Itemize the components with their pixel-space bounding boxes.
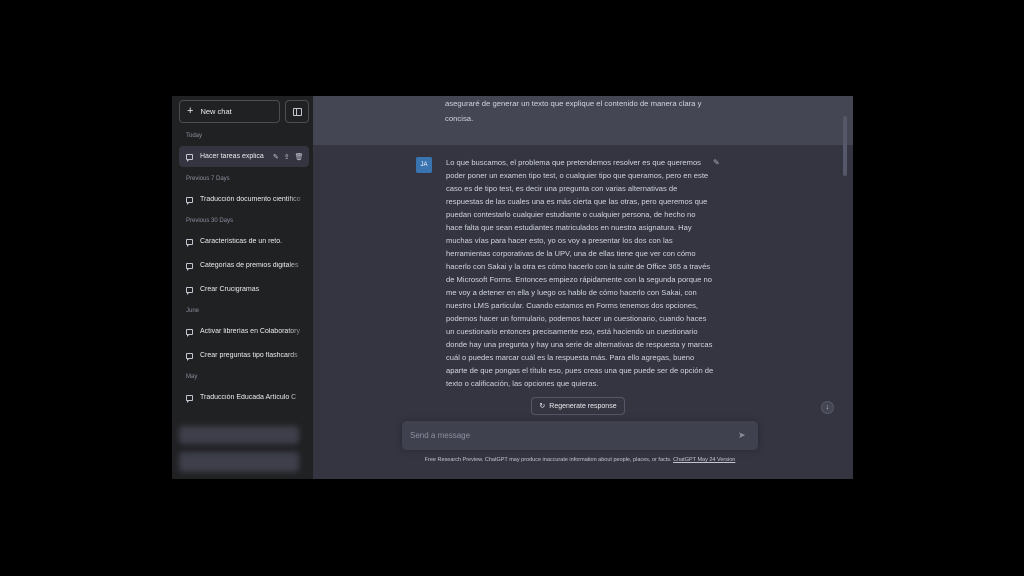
share-icon[interactable]: ⇪ [284, 153, 290, 161]
chat-item-label: Hacer tareas explica [200, 153, 264, 160]
user-account-blurred[interactable] [179, 452, 299, 472]
upgrade-plan-blurred[interactable] [179, 426, 299, 444]
chat-bubble-icon [186, 196, 193, 205]
sidebar-chat-item[interactable]: Categorías de premios digitales [179, 255, 309, 276]
sidebar-chat-item[interactable]: Hacer tareas explica ✎ ⇪ 🗑 [179, 146, 309, 167]
section-june: June [186, 308, 200, 314]
scrollbar[interactable] [843, 116, 847, 176]
sidebar: + New chat Today Hacer tareas explica ✎ … [172, 96, 313, 479]
chat-item-label: Traducción documento científico [200, 196, 301, 203]
chat-bubble-icon [186, 262, 193, 271]
message-input[interactable] [410, 428, 720, 443]
sidebar-chat-item[interactable]: Traducción documento científico [179, 189, 309, 210]
chat-item-label: Traducción Educada Artículo C [200, 394, 297, 401]
version-link[interactable]: ChatGPT May 24 Version [673, 457, 735, 463]
message-composer: ➤ [402, 421, 758, 450]
chat-item-label: Categorías de premios digitales [200, 262, 299, 269]
regenerate-label: Regenerate response [549, 402, 617, 410]
chat-item-label: Crear preguntas tipo flashcards [200, 352, 298, 359]
trash-icon[interactable]: 🗑 [295, 153, 304, 161]
chat-item-label: Crear Crucigramas [200, 286, 260, 293]
regenerate-response-button[interactable]: ↻ Regenerate response [531, 397, 625, 415]
chat-bubble-icon [186, 153, 193, 162]
section-may: May [186, 374, 198, 380]
assistant-message: aseguraré de generar un texto que expliq… [313, 96, 853, 145]
chat-item-label: Activar librerías en Colaboratory [200, 328, 300, 335]
new-chat-label: New chat [200, 107, 232, 116]
disclaimer: Free Research Preview. ChatGPT may produ… [402, 457, 758, 463]
pencil-icon[interactable]: ✎ [273, 153, 279, 161]
chat-bubble-icon [186, 286, 193, 295]
chat-bubble-icon [186, 238, 193, 247]
avatar: JA [416, 157, 432, 173]
scroll-to-bottom-button[interactable]: ↓ [821, 401, 834, 414]
section-previous-30-days: Previous 30 Days [186, 218, 234, 224]
section-today: Today [186, 133, 203, 139]
chat-bubble-icon [186, 328, 193, 337]
new-chat-button[interactable]: + New chat [179, 100, 280, 123]
sidebar-toggle-button[interactable] [285, 100, 309, 123]
chat-bubble-icon [186, 394, 193, 403]
chat-bubble-icon [186, 352, 193, 361]
chatgpt-app: + New chat Today Hacer tareas explica ✎ … [172, 96, 853, 479]
refresh-icon: ↻ [539, 403, 546, 410]
sidebar-chat-item[interactable]: Crear preguntas tipo flashcards [179, 345, 309, 366]
chat-item-label: Características de un reto. [200, 238, 283, 245]
conversation-panel: aseguraré de generar un texto que expliq… [313, 96, 853, 479]
sidebar-chat-item[interactable]: Características de un reto. [179, 231, 309, 252]
arrow-down-icon: ↓ [825, 404, 830, 411]
section-previous-7-days: Previous 7 Days [186, 176, 230, 182]
assistant-message-text: aseguraré de generar un texto que expliq… [445, 99, 702, 123]
sidebar-chat-item[interactable]: Activar librerías en Colaboratory [179, 321, 309, 342]
user-message-text: Lo que buscamos, el problema que pretend… [446, 158, 714, 388]
send-icon[interactable]: ➤ [738, 430, 746, 441]
plus-icon: + [187, 105, 194, 117]
sidebar-chat-item[interactable]: Traducción Educada Artículo C [179, 387, 309, 408]
sidebar-toggle-icon [292, 107, 302, 116]
sidebar-chat-item[interactable]: Crear Crucigramas [179, 279, 309, 300]
edit-message-icon[interactable]: ✎ [713, 158, 720, 167]
disclaimer-text: Free Research Preview. ChatGPT may produ… [424, 457, 672, 463]
